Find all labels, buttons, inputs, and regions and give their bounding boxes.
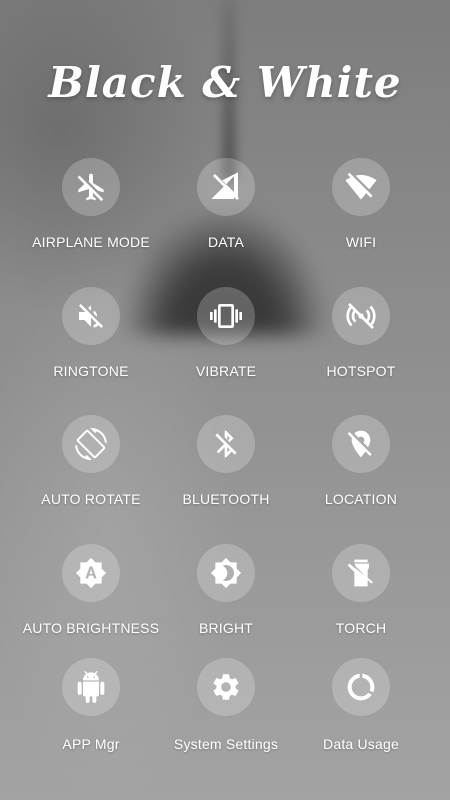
- toggle-wifi[interactable]: WIFI: [286, 158, 436, 268]
- tile-label: BLUETOOTH: [182, 491, 270, 507]
- tile-label: WIFI: [345, 234, 377, 250]
- tile-label: APP Mgr: [62, 736, 120, 752]
- airplane-off-icon: [62, 158, 120, 216]
- toggle-data[interactable]: DATA: [151, 158, 301, 268]
- vibrate-icon: [197, 287, 255, 345]
- toggle-vibrate[interactable]: VIBRATE: [151, 287, 301, 397]
- toggle-ringtone[interactable]: RINGTONE: [16, 287, 166, 397]
- toggle-location[interactable]: LOCATION: [286, 415, 436, 525]
- toggle-hotspot[interactable]: HOTSPOT: [286, 287, 436, 397]
- flashlight-off-icon: [332, 544, 390, 602]
- tile-label: System Settings: [173, 736, 279, 752]
- hotspot-off-icon: [332, 287, 390, 345]
- android-icon: [62, 658, 120, 716]
- toggle-bluetooth[interactable]: BLUETOOTH: [151, 415, 301, 525]
- system-settings-button[interactable]: System Settings: [151, 658, 301, 768]
- app-manager-button[interactable]: APP Mgr: [16, 658, 166, 768]
- tile-label: LOCATION: [324, 491, 398, 507]
- theme-title: Black & White: [48, 58, 402, 107]
- tile-label: TORCH: [335, 620, 387, 636]
- screen-rotation-icon: [62, 415, 120, 473]
- toggle-airplane-mode[interactable]: AIRPLANE MODE: [16, 158, 166, 268]
- tile-label: DATA: [207, 234, 245, 250]
- toggle-auto-brightness[interactable]: AUTO BRIGHTNESS: [16, 544, 166, 654]
- bluetooth-off-icon: [197, 415, 255, 473]
- toggle-auto-rotate[interactable]: AUTO ROTATE: [16, 415, 166, 525]
- auto-brightness-icon: [62, 544, 120, 602]
- tile-label: Data Usage: [323, 736, 399, 752]
- tile-label: HOTSPOT: [326, 363, 396, 379]
- tile-label: AUTO BRIGHTNESS: [22, 620, 160, 636]
- location-off-icon: [332, 415, 390, 473]
- toggle-torch[interactable]: TORCH: [286, 544, 436, 654]
- tile-label: BRIGHT: [198, 620, 254, 636]
- tile-label: AIRPLANE MODE: [32, 234, 150, 250]
- gear-icon: [197, 658, 255, 716]
- volume-off-icon: [62, 287, 120, 345]
- mobile-data-off-icon: [197, 158, 255, 216]
- brightness-icon: [197, 544, 255, 602]
- wifi-off-icon: [332, 158, 390, 216]
- toggle-bright[interactable]: BRIGHT: [151, 544, 301, 654]
- data-usage-icon: [332, 658, 390, 716]
- tile-label: VIBRATE: [195, 363, 257, 379]
- data-usage-button[interactable]: Data Usage: [286, 658, 436, 768]
- tile-label: RINGTONE: [53, 363, 129, 379]
- tile-label: AUTO ROTATE: [41, 491, 141, 507]
